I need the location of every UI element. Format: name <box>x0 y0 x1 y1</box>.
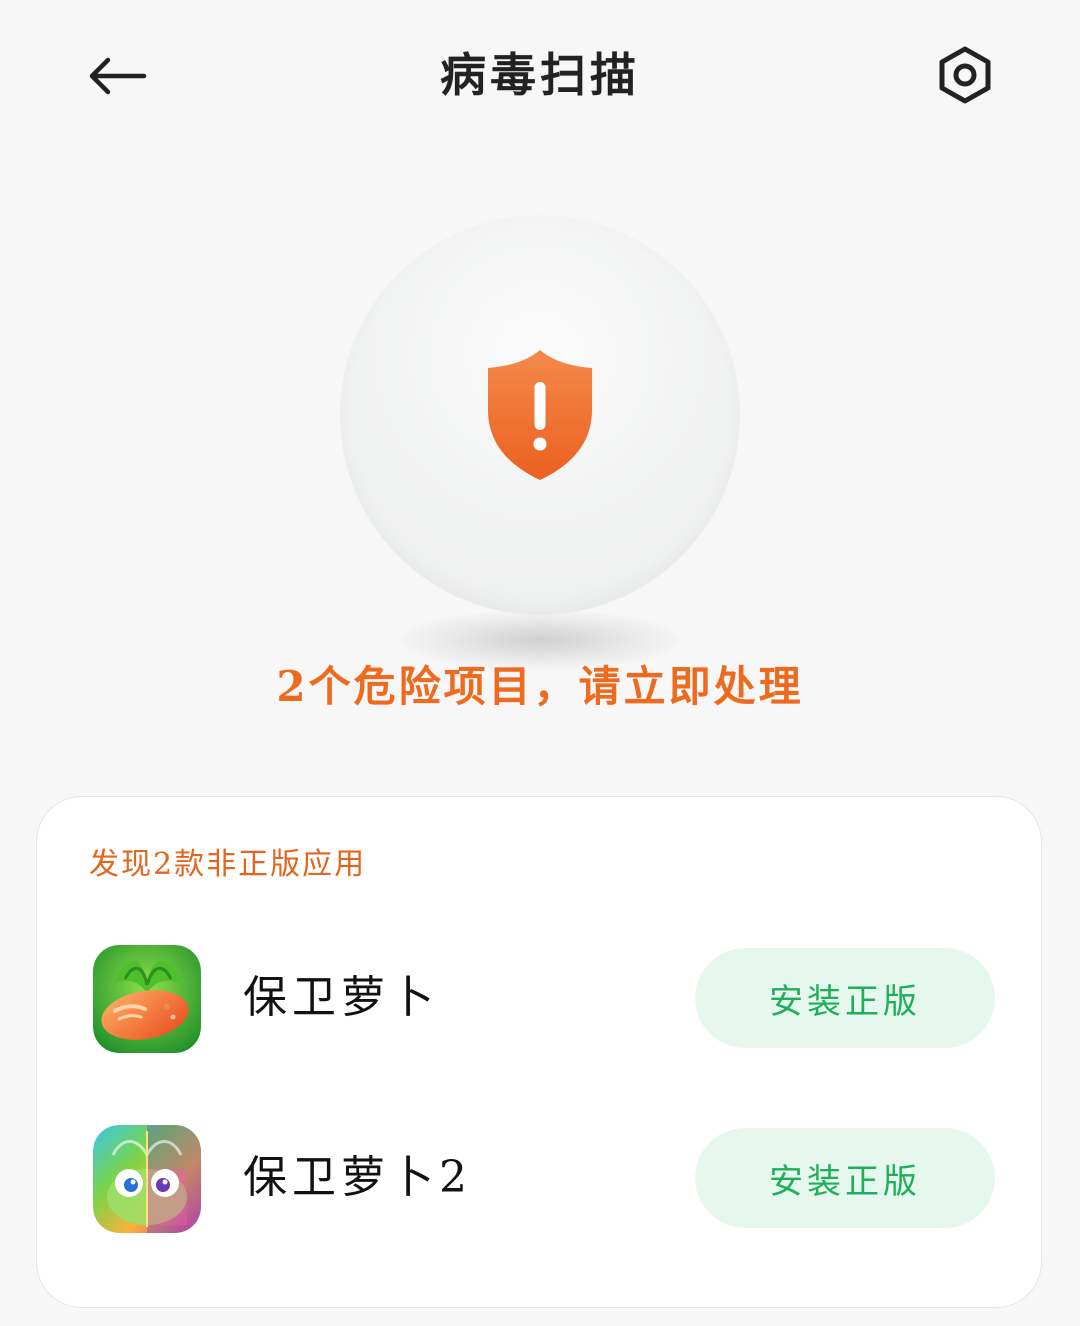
app-row: 保卫萝卜2 安装正版 <box>37 1125 1043 1235</box>
install-genuine-button[interactable]: 安装正版 <box>695 1128 995 1228</box>
pirated-apps-card: 发现2款非正版应用 保卫萝卜 安装正版 保卫萝卜2 安装正版 <box>36 796 1042 1308</box>
shield-alert-icon <box>488 350 592 480</box>
carrot-game-2-icon <box>93 1125 201 1233</box>
settings-button[interactable] <box>930 40 1000 110</box>
carrot-game-icon <box>93 945 201 1053</box>
top-bar: 病毒扫描 <box>0 0 1080 150</box>
settings-hexagon-icon <box>939 46 991 104</box>
danger-message: 2个危险项目，请立即处理 <box>276 662 804 711</box>
install-genuine-button[interactable]: 安装正版 <box>695 948 995 1048</box>
scan-status-orb <box>340 215 740 615</box>
app-name: 保卫萝卜 <box>243 972 439 1023</box>
app-row: 保卫萝卜 安装正版 <box>37 945 1043 1055</box>
app-name: 保卫萝卜2 <box>243 1152 472 1203</box>
page-title: 病毒扫描 <box>440 48 640 102</box>
card-heading: 发现2款非正版应用 <box>89 847 367 882</box>
